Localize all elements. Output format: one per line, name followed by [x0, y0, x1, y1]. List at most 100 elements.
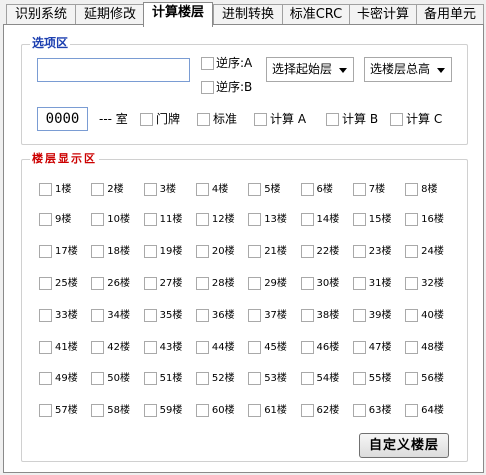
floor-item[interactable]: 13楼: [248, 212, 300, 228]
floor-checkbox[interactable]: [248, 341, 262, 354]
floor-checkbox[interactable]: [195, 309, 209, 322]
floor-item[interactable]: 39楼: [352, 308, 405, 324]
room-code-box[interactable]: 0000: [37, 107, 88, 131]
floor-checkbox[interactable]: [405, 213, 419, 226]
floor-item[interactable]: 22楼: [300, 244, 353, 260]
floor-item[interactable]: 47楼: [352, 340, 405, 356]
floor-checkbox[interactable]: [352, 183, 366, 196]
floor-item[interactable]: 42楼: [91, 340, 143, 356]
floor-item[interactable]: 31楼: [352, 276, 405, 292]
floor-checkbox[interactable]: [405, 245, 419, 258]
floor-checkbox[interactable]: [300, 404, 314, 417]
floor-item[interactable]: 32楼: [405, 276, 457, 292]
floor-checkbox[interactable]: [248, 213, 262, 226]
floor-item[interactable]: 14楼: [300, 212, 353, 228]
floor-checkbox[interactable]: [352, 341, 366, 354]
floor-item[interactable]: 19楼: [143, 244, 196, 260]
floor-item[interactable]: 23楼: [352, 244, 405, 260]
start-floor-select[interactable]: 选择起始层: [266, 57, 354, 82]
floor-checkbox[interactable]: [195, 341, 209, 354]
floor-item[interactable]: 52楼: [195, 371, 248, 387]
floor-item[interactable]: 20楼: [195, 244, 248, 260]
floor-item[interactable]: 40楼: [405, 308, 457, 324]
floor-checkbox[interactable]: [91, 245, 105, 258]
floor-item[interactable]: 50楼: [91, 371, 143, 387]
floor-checkbox[interactable]: [248, 309, 262, 322]
reverse-b-checkbox[interactable]: [201, 81, 214, 94]
floor-checkbox[interactable]: [248, 372, 262, 385]
floor-checkbox[interactable]: [39, 341, 52, 354]
tab-identify-system[interactable]: 识别系统: [6, 4, 76, 25]
reverse-a-checkbox[interactable]: [201, 57, 214, 70]
floor-item[interactable]: 2楼: [91, 182, 143, 198]
tab-backup-unit[interactable]: 备用单元: [416, 4, 484, 25]
floor-checkbox[interactable]: [405, 404, 419, 417]
floor-checkbox[interactable]: [195, 404, 209, 417]
floor-item[interactable]: 27楼: [143, 276, 196, 292]
floor-item[interactable]: 3楼: [143, 182, 196, 198]
floor-checkbox[interactable]: [91, 183, 105, 196]
floor-checkbox[interactable]: [405, 341, 419, 354]
floor-item[interactable]: 45楼: [248, 340, 300, 356]
floor-item[interactable]: 48楼: [405, 340, 457, 356]
floor-item[interactable]: 62楼: [300, 403, 353, 419]
floor-item[interactable]: 29楼: [248, 276, 300, 292]
standard-checkbox[interactable]: [197, 113, 210, 126]
floor-checkbox[interactable]: [352, 372, 366, 385]
floor-item[interactable]: 61楼: [248, 403, 300, 419]
calc-c-checkbox[interactable]: [390, 113, 403, 126]
floor-item[interactable]: 64楼: [405, 403, 457, 419]
floor-checkbox[interactable]: [39, 213, 52, 226]
floor-checkbox[interactable]: [39, 309, 52, 322]
floor-checkbox[interactable]: [352, 277, 366, 290]
floor-item[interactable]: 43楼: [143, 340, 196, 356]
floor-item[interactable]: 1楼: [39, 182, 91, 198]
floor-item[interactable]: 55楼: [352, 371, 405, 387]
floor-item[interactable]: 53楼: [248, 371, 300, 387]
tab-base-convert[interactable]: 进制转换: [213, 4, 283, 25]
floor-item[interactable]: 37楼: [248, 308, 300, 324]
floor-item[interactable]: 10楼: [91, 212, 143, 228]
floor-item[interactable]: 49楼: [39, 371, 91, 387]
door-checkbox[interactable]: [140, 113, 153, 126]
floor-checkbox[interactable]: [39, 404, 52, 417]
floor-checkbox[interactable]: [248, 183, 262, 196]
floor-checkbox[interactable]: [300, 277, 314, 290]
floor-checkbox[interactable]: [300, 372, 314, 385]
floor-item[interactable]: 6楼: [300, 182, 353, 198]
floor-checkbox[interactable]: [352, 245, 366, 258]
floor-item[interactable]: 17楼: [39, 244, 91, 260]
tab-calc-floor[interactable]: 计算楼层: [143, 2, 213, 27]
code-input[interactable]: [37, 58, 190, 82]
floor-checkbox[interactable]: [195, 183, 209, 196]
floor-checkbox[interactable]: [143, 245, 157, 258]
floor-item[interactable]: 46楼: [300, 340, 353, 356]
floor-checkbox[interactable]: [143, 277, 157, 290]
floor-checkbox[interactable]: [143, 309, 157, 322]
floor-checkbox[interactable]: [195, 245, 209, 258]
floor-checkbox[interactable]: [91, 277, 105, 290]
floor-checkbox[interactable]: [248, 245, 262, 258]
floor-item[interactable]: 28楼: [195, 276, 248, 292]
floor-item[interactable]: 5楼: [248, 182, 300, 198]
floor-checkbox[interactable]: [143, 213, 157, 226]
floor-item[interactable]: 25楼: [39, 276, 91, 292]
floor-checkbox[interactable]: [352, 404, 366, 417]
floor-item[interactable]: 59楼: [143, 403, 196, 419]
floor-item[interactable]: 15楼: [352, 212, 405, 228]
floor-item[interactable]: 8楼: [405, 182, 457, 198]
floor-checkbox[interactable]: [39, 277, 52, 290]
floor-item[interactable]: 35楼: [143, 308, 196, 324]
floor-checkbox[interactable]: [300, 309, 314, 322]
floor-item[interactable]: 58楼: [91, 403, 143, 419]
floor-checkbox[interactable]: [143, 183, 157, 196]
floor-checkbox[interactable]: [405, 372, 419, 385]
floor-checkbox[interactable]: [91, 341, 105, 354]
floor-checkbox[interactable]: [143, 404, 157, 417]
floor-item[interactable]: 30楼: [300, 276, 353, 292]
floor-checkbox[interactable]: [39, 372, 52, 385]
floor-checkbox[interactable]: [300, 213, 314, 226]
floor-checkbox[interactable]: [91, 309, 105, 322]
floor-item[interactable]: 7楼: [352, 182, 405, 198]
floor-checkbox[interactable]: [405, 183, 419, 196]
